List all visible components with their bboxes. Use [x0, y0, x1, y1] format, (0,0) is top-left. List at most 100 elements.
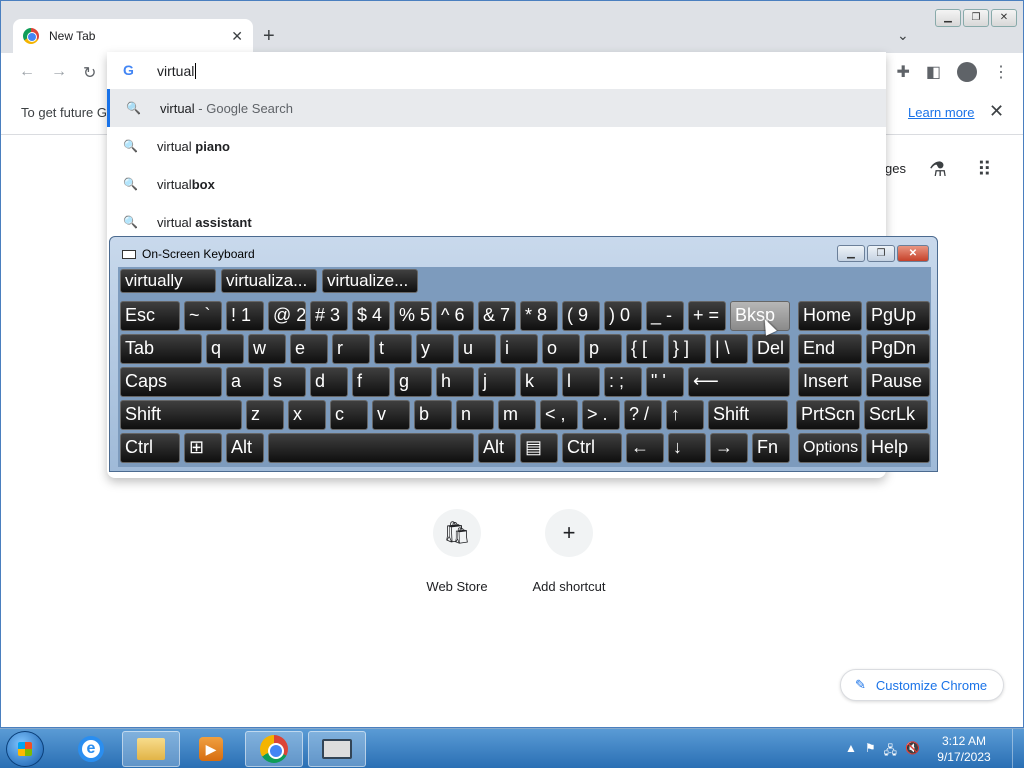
- key-)-0[interactable]: ) 0: [604, 301, 642, 331]
- key->-.[interactable]: > .: [582, 400, 620, 430]
- learn-more-link[interactable]: Learn more: [908, 105, 974, 120]
- key-u[interactable]: u: [458, 334, 496, 364]
- key-v[interactable]: v: [372, 400, 410, 430]
- key-⊞[interactable]: ⊞: [184, 433, 222, 463]
- key-↓[interactable]: ↓: [668, 433, 706, 463]
- key-<-,[interactable]: < ,: [540, 400, 578, 430]
- key-(-9[interactable]: ( 9: [562, 301, 600, 331]
- key-↑[interactable]: ↑: [666, 400, 704, 430]
- taskbar-ie[interactable]: e: [62, 731, 120, 767]
- key-c[interactable]: c: [330, 400, 368, 430]
- osk-minimize-button[interactable]: ▁: [837, 245, 865, 262]
- key-prtscn[interactable]: PrtScn: [796, 400, 860, 430]
- key-{-[[interactable]: { [: [626, 334, 664, 364]
- key-insert[interactable]: Insert: [798, 367, 862, 397]
- key-p[interactable]: p: [584, 334, 622, 364]
- key-ctrl[interactable]: Ctrl: [562, 433, 622, 463]
- key-"-'[interactable]: " ': [646, 367, 684, 397]
- key-w[interactable]: w: [248, 334, 286, 364]
- key-esc[interactable]: Esc: [120, 301, 180, 331]
- customize-chrome-button[interactable]: ✎ Customize Chrome: [840, 669, 1004, 701]
- google-apps-icon[interactable]: ⠿: [977, 157, 992, 182]
- key-q[interactable]: q: [206, 334, 244, 364]
- show-hidden-icons[interactable]: ▲: [845, 741, 857, 762]
- key-ctrl[interactable]: Ctrl: [120, 433, 180, 463]
- taskbar-chrome[interactable]: [245, 731, 303, 767]
- key-space[interactable]: [268, 433, 474, 463]
- key-r[interactable]: r: [332, 334, 370, 364]
- key-fn[interactable]: Fn: [752, 433, 790, 463]
- key-$-4[interactable]: $ 4: [352, 301, 390, 331]
- reload-icon[interactable]: ↻: [83, 63, 96, 83]
- suggestion-item[interactable]: 🔍 virtual piano: [107, 127, 886, 165]
- action-center-icon[interactable]: ⚑: [865, 741, 876, 762]
- key-d[interactable]: d: [310, 367, 348, 397]
- profile-icon[interactable]: [957, 62, 977, 82]
- key-?-/[interactable]: ? /: [624, 400, 662, 430]
- key-help[interactable]: Help: [866, 433, 930, 463]
- key-j[interactable]: j: [478, 367, 516, 397]
- key-_--[interactable]: _ -: [646, 301, 684, 331]
- key-bksp[interactable]: Bksp: [730, 301, 790, 331]
- suggestion-item[interactable]: 🔍 virtualbox: [107, 165, 886, 203]
- key-→[interactable]: →: [710, 433, 748, 463]
- key-home[interactable]: Home: [798, 301, 862, 331]
- maximize-button[interactable]: ❐: [963, 9, 989, 27]
- key-alt[interactable]: Alt: [478, 433, 516, 463]
- key-%-5[interactable]: % 5: [394, 301, 432, 331]
- show-desktop-button[interactable]: [1012, 729, 1024, 768]
- tab-search-icon[interactable]: ⌄: [897, 27, 909, 44]
- close-tab-icon[interactable]: ✕: [231, 28, 243, 45]
- forward-icon[interactable]: →: [51, 63, 67, 81]
- key-i[interactable]: i: [500, 334, 538, 364]
- infobar-close-icon[interactable]: ✕: [989, 101, 1004, 122]
- key-end[interactable]: End: [798, 334, 862, 364]
- address-input[interactable]: virtual: [157, 63, 197, 79]
- taskbar-explorer[interactable]: [122, 731, 180, 767]
- key-scrlk[interactable]: ScrLk: [864, 400, 928, 430]
- key-z[interactable]: z: [246, 400, 284, 430]
- menu-icon[interactable]: ⋮: [993, 62, 1009, 82]
- key-a[interactable]: a: [226, 367, 264, 397]
- clock[interactable]: 3:12 AM 9/17/2023: [924, 733, 1004, 765]
- new-tab-button[interactable]: +: [263, 25, 275, 48]
- prediction-3[interactable]: virtualize...: [322, 269, 418, 293]
- key-*-8[interactable]: * 8: [520, 301, 558, 331]
- back-icon[interactable]: ←: [19, 63, 35, 81]
- taskbar-media-player[interactable]: ▶: [182, 731, 240, 767]
- labs-icon[interactable]: ⚗: [929, 157, 947, 182]
- minimize-button[interactable]: ▁: [935, 9, 961, 27]
- shortcut-add[interactable]: + Add shortcut: [519, 509, 619, 594]
- key-!-1[interactable]: ! 1: [226, 301, 264, 331]
- key-pause[interactable]: Pause: [866, 367, 930, 397]
- key-b[interactable]: b: [414, 400, 452, 430]
- start-button[interactable]: [6, 731, 44, 767]
- prediction-2[interactable]: virtualiza...: [221, 269, 317, 293]
- key-shift[interactable]: Shift: [708, 400, 788, 430]
- tab-new-tab[interactable]: New Tab ✕: [13, 19, 253, 53]
- side-panel-icon[interactable]: ◧: [926, 62, 941, 82]
- key-m[interactable]: m: [498, 400, 536, 430]
- images-link[interactable]: ges: [885, 161, 906, 176]
- key-@-2[interactable]: @ 2: [268, 301, 306, 331]
- key-#-3[interactable]: # 3: [310, 301, 348, 331]
- volume-muted-icon[interactable]: 🔇: [905, 741, 920, 762]
- key-▤[interactable]: ▤: [520, 433, 558, 463]
- prediction-1[interactable]: virtually: [120, 269, 216, 293]
- shortcut-web-store[interactable]: 🛍 Web Store: [407, 509, 507, 594]
- close-window-button[interactable]: ✕: [991, 9, 1017, 27]
- key-caps[interactable]: Caps: [120, 367, 222, 397]
- key-shift[interactable]: Shift: [120, 400, 242, 430]
- extensions-icon[interactable]: ✚: [896, 62, 909, 82]
- key-⟵[interactable]: ⟵: [688, 367, 790, 397]
- address-bar[interactable]: G virtual: [107, 52, 886, 89]
- key-h[interactable]: h: [436, 367, 474, 397]
- key-t[interactable]: t: [374, 334, 412, 364]
- osk-close-button[interactable]: ✕: [897, 245, 929, 262]
- key-|-\[interactable]: | \: [710, 334, 748, 364]
- key-e[interactable]: e: [290, 334, 328, 364]
- key-k[interactable]: k: [520, 367, 558, 397]
- key-pgdn[interactable]: PgDn: [866, 334, 930, 364]
- key-g[interactable]: g: [394, 367, 432, 397]
- key-f[interactable]: f: [352, 367, 390, 397]
